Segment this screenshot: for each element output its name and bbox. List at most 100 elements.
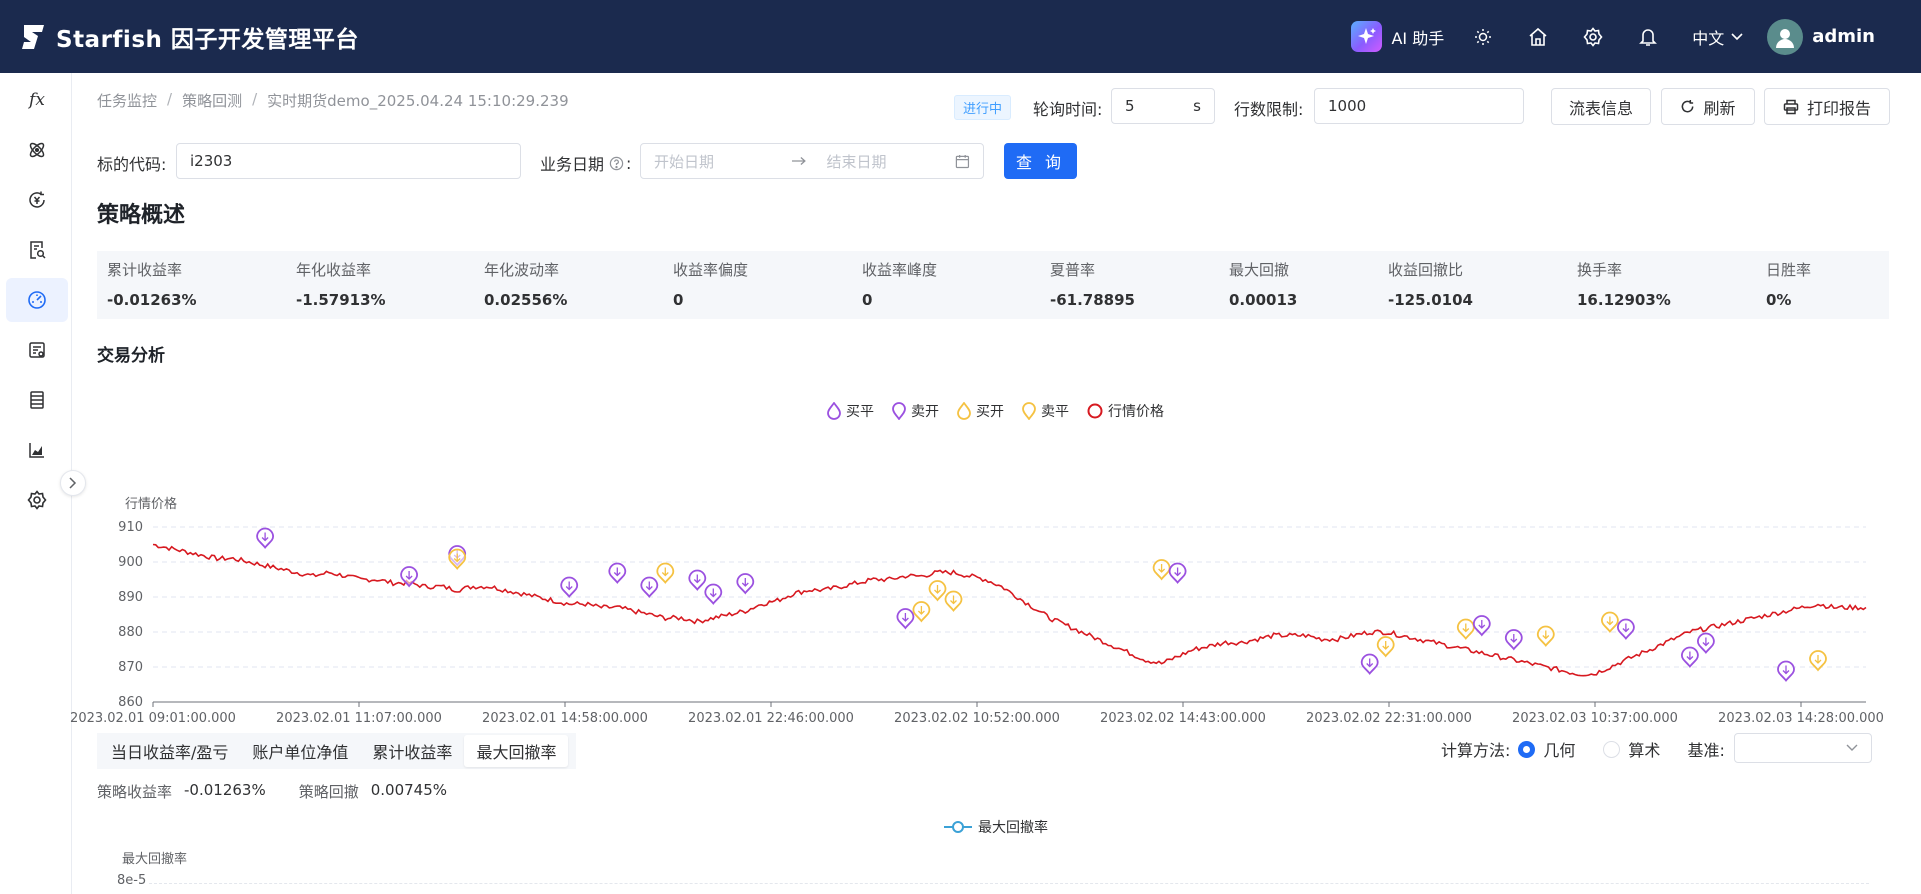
dashboard-gauge-icon — [28, 291, 46, 309]
trade-marker[interactable] — [1504, 629, 1523, 651]
row-limit-input[interactable]: 1000 — [1314, 88, 1524, 124]
metric-label: 收益率偏度 — [673, 261, 749, 279]
sidebar-item-monitor[interactable] — [6, 278, 68, 322]
strategy-return-value: -0.01263% — [184, 781, 266, 799]
breadcrumb-item-current: 实时期货demo_2025.04.24 15:10:29.239 — [267, 92, 569, 110]
trade-marker[interactable] — [1697, 632, 1715, 654]
breadcrumb-separator: / — [167, 90, 173, 108]
tab-daily-return[interactable]: 当日收益率/盈亏 — [99, 735, 240, 767]
trade-marker[interactable] — [1360, 653, 1379, 675]
bell-icon[interactable] — [1637, 26, 1659, 48]
table-icon — [30, 391, 44, 409]
trade-marker[interactable] — [608, 562, 627, 584]
benchmark-select[interactable] — [1734, 733, 1872, 763]
sidebar-item-trade[interactable] — [6, 178, 68, 222]
trade-marker[interactable] — [560, 576, 579, 598]
business-date-range-picker[interactable]: 开始日期 结束日期 — [640, 143, 984, 179]
radio-geometric-label[interactable]: 几何 — [1543, 737, 1575, 761]
gridline — [149, 883, 1869, 884]
legend-item[interactable]: 卖平 — [1022, 401, 1069, 421]
metric-value: -1.57913% — [296, 291, 386, 309]
refresh-button[interactable]: 刷新 — [1661, 88, 1755, 125]
question-circle-icon[interactable] — [609, 156, 624, 171]
trade-marker[interactable] — [1376, 636, 1395, 658]
sidebar-item-data[interactable] — [6, 328, 68, 372]
metric-label: 最大回撤 — [1229, 261, 1290, 279]
starfish-logo-icon — [22, 24, 44, 49]
function-fx-icon: fx — [29, 90, 45, 110]
sparkle-icon — [1351, 21, 1383, 52]
tab-max-drawdown[interactable]: 最大回撤率 — [464, 735, 569, 767]
trade-marker[interactable] — [1617, 618, 1635, 640]
app-title: Starfish 因子开发管理平台 — [56, 26, 359, 53]
radio-arithmetic[interactable] — [1603, 740, 1621, 758]
radio-arithmetic-label[interactable]: 算术 — [1628, 737, 1660, 761]
print-report-button[interactable]: 打印报告 — [1764, 88, 1890, 125]
end-date-placeholder: 结束日期 — [826, 152, 887, 171]
sidebar-item-table[interactable] — [6, 378, 68, 422]
language-select[interactable]: 中文 — [1692, 25, 1743, 49]
start-date-placeholder: 开始日期 — [654, 152, 715, 171]
flow-table-info-button[interactable]: 流表信息 — [1551, 88, 1651, 125]
trade-marker[interactable] — [944, 590, 963, 612]
document-search-icon — [30, 241, 46, 259]
calc-method-label: 计算方法: — [1441, 741, 1511, 760]
x-tick-label: 2023.02.01 11:07:00.000 — [276, 711, 442, 726]
legend-item[interactable]: 买开 — [957, 401, 1004, 421]
sidebar-item-factor[interactable]: fx — [6, 78, 68, 122]
tab-cumulative-return[interactable]: 累计收益率 — [360, 735, 464, 767]
chevron-down-icon — [1846, 744, 1858, 751]
poll-time-input[interactable]: 5 s — [1111, 88, 1215, 124]
printer-icon — [1783, 99, 1799, 114]
trade-chart-legend: 买平 卖开 买开 卖平 行情价格 — [827, 401, 1164, 421]
trade-marker[interactable] — [736, 573, 755, 595]
trade-marker[interactable] — [1456, 618, 1475, 640]
trade-price-chart[interactable]: 行情价格 910 900 890 880 870 8602023.02.01 09:01:0… — [0, 423, 1921, 738]
ai-assistant-label: AI 助手 — [1391, 28, 1445, 48]
x-tick-label: 2023.02.01 09:01:00.000 — [70, 711, 236, 726]
arrow-right-icon — [791, 157, 806, 165]
sidebar-item-model[interactable] — [6, 128, 68, 172]
radio-geometric[interactable] — [1518, 740, 1536, 758]
logo[interactable]: Starfish 因子开发管理平台 — [18, 20, 359, 54]
breadcrumb: 任务监控 / 策略回测 / 实时期货demo_2025.04.24 15:10:… — [97, 90, 569, 111]
breadcrumb-item[interactable]: 策略回测 — [182, 90, 242, 111]
query-button[interactable]: 查 询 — [1004, 143, 1077, 179]
pin-down-icon — [827, 402, 841, 420]
trade-marker[interactable] — [448, 548, 467, 570]
tab-unit-nav[interactable]: 账户单位净值 — [240, 735, 360, 767]
trade-marker[interactable] — [1777, 660, 1795, 682]
chevron-down-icon — [1731, 32, 1743, 40]
trade-marker[interactable] — [1152, 559, 1171, 581]
trade-marker[interactable] — [256, 527, 275, 549]
pin-up-icon — [1022, 402, 1036, 420]
home-icon[interactable] — [1527, 26, 1549, 48]
ai-assistant-button[interactable]: AI 助手 — [1351, 21, 1444, 52]
symbol-code-input[interactable]: i2303 — [176, 143, 521, 179]
trade-marker[interactable] — [688, 569, 707, 591]
trade-marker[interactable] — [1681, 646, 1699, 668]
trade-marker[interactable] — [1601, 611, 1619, 633]
avatar[interactable] — [1767, 18, 1804, 55]
breadcrumb-separator: / — [252, 90, 258, 108]
metric-value: -125.0104 — [1388, 291, 1473, 309]
theme-sun-icon[interactable] — [1472, 26, 1494, 48]
sidebar-item-report[interactable] — [6, 228, 68, 272]
trade-marker[interactable] — [704, 583, 723, 605]
trade-marker[interactable] — [912, 601, 931, 623]
legend-item[interactable]: 行情价格 — [1087, 401, 1164, 421]
legend-item[interactable]: 卖开 — [892, 401, 939, 421]
legend-item[interactable]: 买平 — [827, 401, 874, 421]
drawdown-legend-item[interactable]: 最大回撤率 — [943, 817, 1048, 837]
settings-gear-icon[interactable] — [1582, 26, 1604, 48]
trade-marker[interactable] — [656, 562, 675, 584]
username[interactable]: admin — [1812, 26, 1875, 47]
trade-marker[interactable] — [1168, 562, 1187, 584]
breadcrumb-item[interactable]: 任务监控 — [97, 90, 157, 111]
x-tick-label: 2023.02.01 22:46:00.000 — [688, 711, 854, 726]
strategy-overview-title: 策略概述 — [97, 203, 186, 228]
trade-marker[interactable] — [896, 608, 915, 630]
y-axis-label: 行情价格 — [125, 496, 177, 512]
trade-marker[interactable] — [640, 576, 659, 598]
trade-marker[interactable] — [1536, 625, 1555, 647]
